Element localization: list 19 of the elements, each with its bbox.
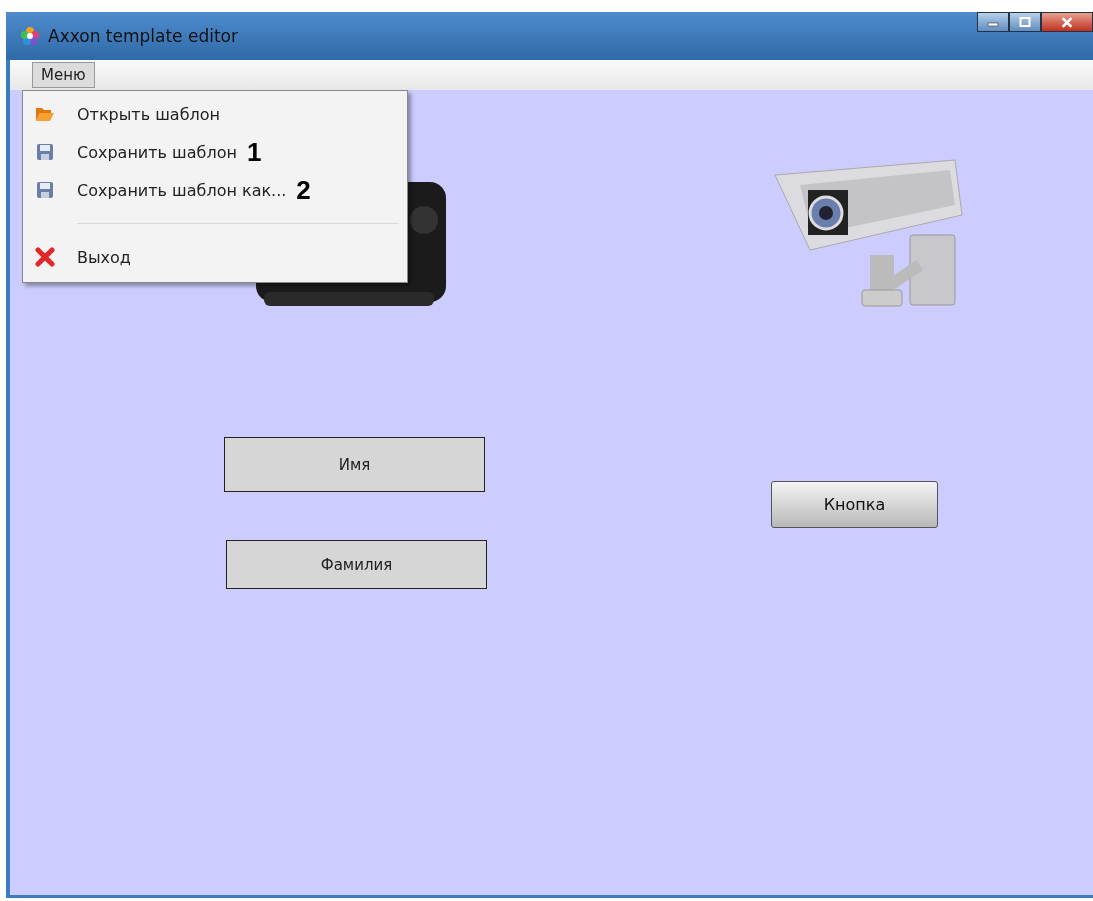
surname-field[interactable]: Фамилия [226,540,487,589]
close-button[interactable] [1041,12,1093,32]
menu-item[interactable]: Выход [23,238,407,276]
menu-item[interactable]: Открыть шаблон [23,95,407,133]
callout-number: 1 [246,136,262,168]
menu-button[interactable]: Меню [32,62,95,88]
maximize-icon [1019,17,1031,27]
menu-item[interactable]: Сохранить шаблон как... 2 [23,171,407,209]
minimize-button[interactable] [977,12,1009,32]
callout-number: 2 [296,174,311,206]
canvas-button[interactable]: Кнопка [771,481,938,528]
window-title: Axxon template editor [48,26,238,46]
close-icon [1060,16,1074,28]
flower-icon [20,26,40,46]
maximize-button[interactable] [1009,12,1041,32]
folder-icon [35,106,55,122]
menu-item[interactable]: Сохранить шаблон 1 [23,133,407,171]
exit-icon [35,247,55,267]
name-field[interactable]: Имя [224,437,485,492]
